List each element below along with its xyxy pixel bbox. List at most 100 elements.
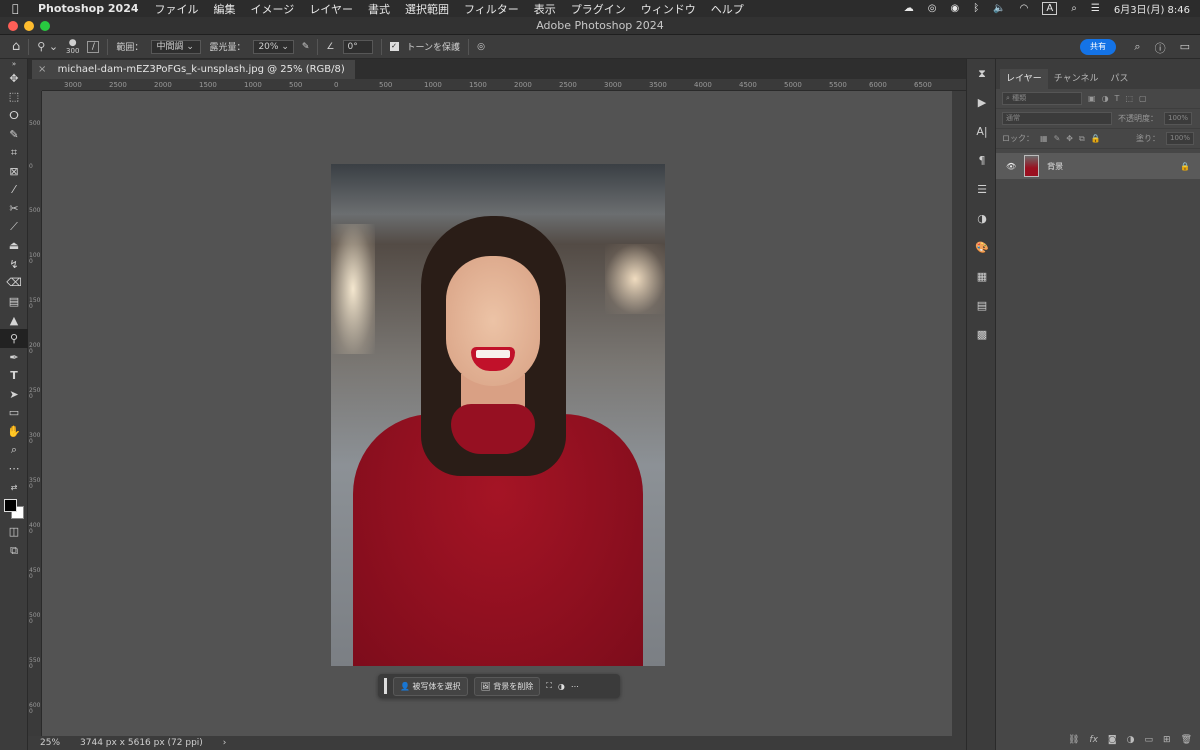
volume-icon[interactable]: 🔈 — [993, 3, 1005, 14]
adjustments-panel-icon[interactable]: ◑ — [967, 204, 997, 233]
swap-colors-icon[interactable]: ⇄ — [0, 478, 28, 497]
zoom-tool-icon[interactable]: ⌕ — [0, 441, 28, 460]
lock-all-icon[interactable]: 🔒 — [1091, 134, 1101, 143]
angle-input[interactable]: 0° — [342, 39, 373, 54]
input-source-indicator[interactable]: A — [1042, 2, 1058, 15]
app-menu[interactable]: Photoshop 2024 — [38, 2, 139, 15]
fill-input[interactable]: 100% — [1165, 132, 1194, 145]
layer-name[interactable]: 背景 — [1047, 161, 1063, 172]
bluetooth-icon[interactable]: ᛒ — [973, 3, 979, 14]
tab-paths[interactable]: パス — [1104, 69, 1134, 89]
visibility-eye-icon[interactable]: 👁 — [1006, 162, 1016, 171]
crop-tool-icon[interactable]: ⌗ — [0, 143, 28, 162]
pressure-size-icon[interactable]: ◎ — [477, 42, 485, 52]
pen-tool-icon[interactable]: ✒ — [0, 348, 28, 367]
wifi-icon[interactable]: ◠ — [1020, 3, 1029, 14]
menu-image[interactable]: イメージ — [251, 1, 295, 17]
layer-row[interactable]: 👁 背景 🔒 — [996, 153, 1200, 179]
layer-style-icon[interactable]: fx — [1089, 735, 1098, 745]
dodge-tool-icon[interactable]: ⚲ — [0, 329, 28, 348]
opacity-input[interactable]: 100% — [1164, 112, 1193, 125]
clone-stamp-tool-icon[interactable]: ⏏ — [0, 236, 28, 255]
spotlight-icon[interactable]: ⌕ — [1071, 3, 1077, 14]
history-panel-icon[interactable]: ⧗ — [967, 59, 997, 88]
move-tool-icon[interactable]: ✥ — [0, 69, 28, 88]
remove-background-button[interactable]: 🖼 背景を削除 — [473, 676, 541, 696]
ruler-corner[interactable] — [28, 79, 42, 91]
status-chevron-icon[interactable]: › — [223, 738, 227, 748]
menu-layer[interactable]: レイヤー — [309, 1, 353, 17]
healing-brush-tool-icon[interactable]: ✂ — [0, 199, 28, 218]
menu-select[interactable]: 選択範囲 — [405, 1, 449, 17]
minimize-window-button[interactable] — [24, 21, 34, 31]
menu-filter[interactable]: フィルター — [464, 1, 519, 17]
eyedropper-tool-icon[interactable]: ⁄ — [0, 181, 28, 200]
vertical-scrollbar[interactable] — [952, 91, 966, 736]
clock[interactable]: 6月3日(月) 8:46 — [1114, 1, 1190, 16]
menu-file[interactable]: ファイル — [155, 1, 199, 17]
zoom-level[interactable]: 25% — [40, 738, 60, 748]
control-center-icon[interactable]: ☰ — [1091, 3, 1100, 14]
airbrush-icon[interactable]: ✎ — [302, 42, 310, 52]
new-layer-icon[interactable]: ⊞ — [1163, 735, 1171, 745]
apple-icon[interactable]:  — [12, 2, 26, 15]
new-group-icon[interactable]: ▭ — [1145, 735, 1154, 745]
history-brush-tool-icon[interactable]: ↯ — [0, 255, 28, 274]
select-subject-button[interactable]: 👤 被写体を選択 — [393, 676, 468, 696]
quick-mask-icon[interactable]: ◫ — [0, 523, 28, 542]
document-canvas[interactable] — [42, 91, 952, 736]
frame-tool-icon[interactable]: ⊠ — [0, 162, 28, 181]
foreground-color-swatch[interactable] — [4, 498, 17, 512]
search-icon[interactable]: ⌕ — [1134, 40, 1140, 56]
lock-position-icon[interactable]: ✥ — [1066, 134, 1073, 143]
blend-mode-select[interactable]: 通常 — [1002, 112, 1112, 125]
menu-view[interactable]: 表示 — [534, 1, 556, 17]
help-icon[interactable]: ⓘ — [1155, 40, 1166, 56]
menu-type[interactable]: 書式 — [368, 1, 390, 17]
new-adjustment-layer-icon[interactable]: ◑ — [1127, 735, 1135, 745]
link-layers-icon[interactable]: ⛓ — [1068, 735, 1079, 745]
hand-tool-icon[interactable]: ✋ — [0, 422, 28, 441]
brush-settings-icon[interactable]: / — [87, 40, 100, 53]
path-selection-tool-icon[interactable]: ➤ — [0, 385, 28, 404]
more-options-icon[interactable]: ⋯ — [571, 682, 579, 691]
filter-adjustment-icon[interactable]: ◑ — [1102, 94, 1109, 103]
add-mask-icon[interactable]: ◙ — [1108, 735, 1117, 745]
menu-window[interactable]: ウィンドウ — [641, 1, 696, 17]
color-swatches[interactable] — [0, 497, 28, 523]
tab-channels[interactable]: チャンネル — [1048, 69, 1105, 89]
layer-kind-filter[interactable]: ⌕ 種類 — [1002, 92, 1082, 105]
zoom-window-button[interactable] — [40, 21, 50, 31]
menu-plugins[interactable]: プラグイン — [571, 1, 626, 17]
adjustment-icon[interactable]: ◑ — [558, 682, 565, 691]
horizontal-ruler[interactable]: 3000 2500 2000 1500 1000 500 0 500 1000 … — [42, 79, 966, 91]
filter-type-icon[interactable]: T — [1115, 94, 1120, 103]
cloud-icon[interactable]: ☁ — [904, 3, 914, 14]
properties-panel-icon[interactable]: ☰ — [967, 175, 997, 204]
photo-portrait[interactable] — [331, 164, 665, 666]
lock-transparent-icon[interactable]: ▦ — [1040, 134, 1048, 143]
rectangle-tool-icon[interactable]: ▭ — [0, 404, 28, 423]
close-window-button[interactable] — [8, 21, 18, 31]
lasso-tool-icon[interactable]: ⵔ — [0, 106, 28, 125]
workspace-icon[interactable]: ▭ — [1180, 40, 1190, 56]
actions-panel-icon[interactable]: ▶ — [967, 88, 997, 117]
vertical-ruler[interactable]: 500 0 500 1000 1500 2000 2500 3000 3500 … — [28, 91, 42, 736]
character-panel-icon[interactable]: A| — [967, 117, 997, 146]
filter-smart-object-icon[interactable]: ▢ — [1139, 94, 1147, 103]
blur-tool-icon[interactable]: ▲ — [0, 311, 28, 330]
filter-shape-icon[interactable]: ⬚ — [1125, 94, 1133, 103]
dodge-tool-preset-icon[interactable]: ⚲ ⌄ — [37, 40, 58, 53]
brush-preset-picker[interactable]: ● 300 — [66, 38, 79, 55]
quick-select-tool-icon[interactable]: ✎ — [0, 125, 28, 144]
patterns-panel-icon[interactable]: ▩ — [967, 320, 997, 349]
home-icon[interactable]: ⌂ — [12, 39, 20, 54]
eraser-tool-icon[interactable]: ⌫ — [0, 274, 28, 293]
creative-cloud-icon[interactable]: ◎ — [928, 3, 937, 14]
lock-artboard-icon[interactable]: ⧉ — [1079, 134, 1085, 144]
marquee-tool-icon[interactable]: ⬚ — [0, 88, 28, 107]
share-button[interactable]: 共有 — [1080, 39, 1116, 55]
menu-edit[interactable]: 編集 — [214, 1, 236, 17]
delete-layer-icon[interactable]: 🗑 — [1181, 735, 1192, 745]
menu-help[interactable]: ヘルプ — [711, 1, 744, 17]
